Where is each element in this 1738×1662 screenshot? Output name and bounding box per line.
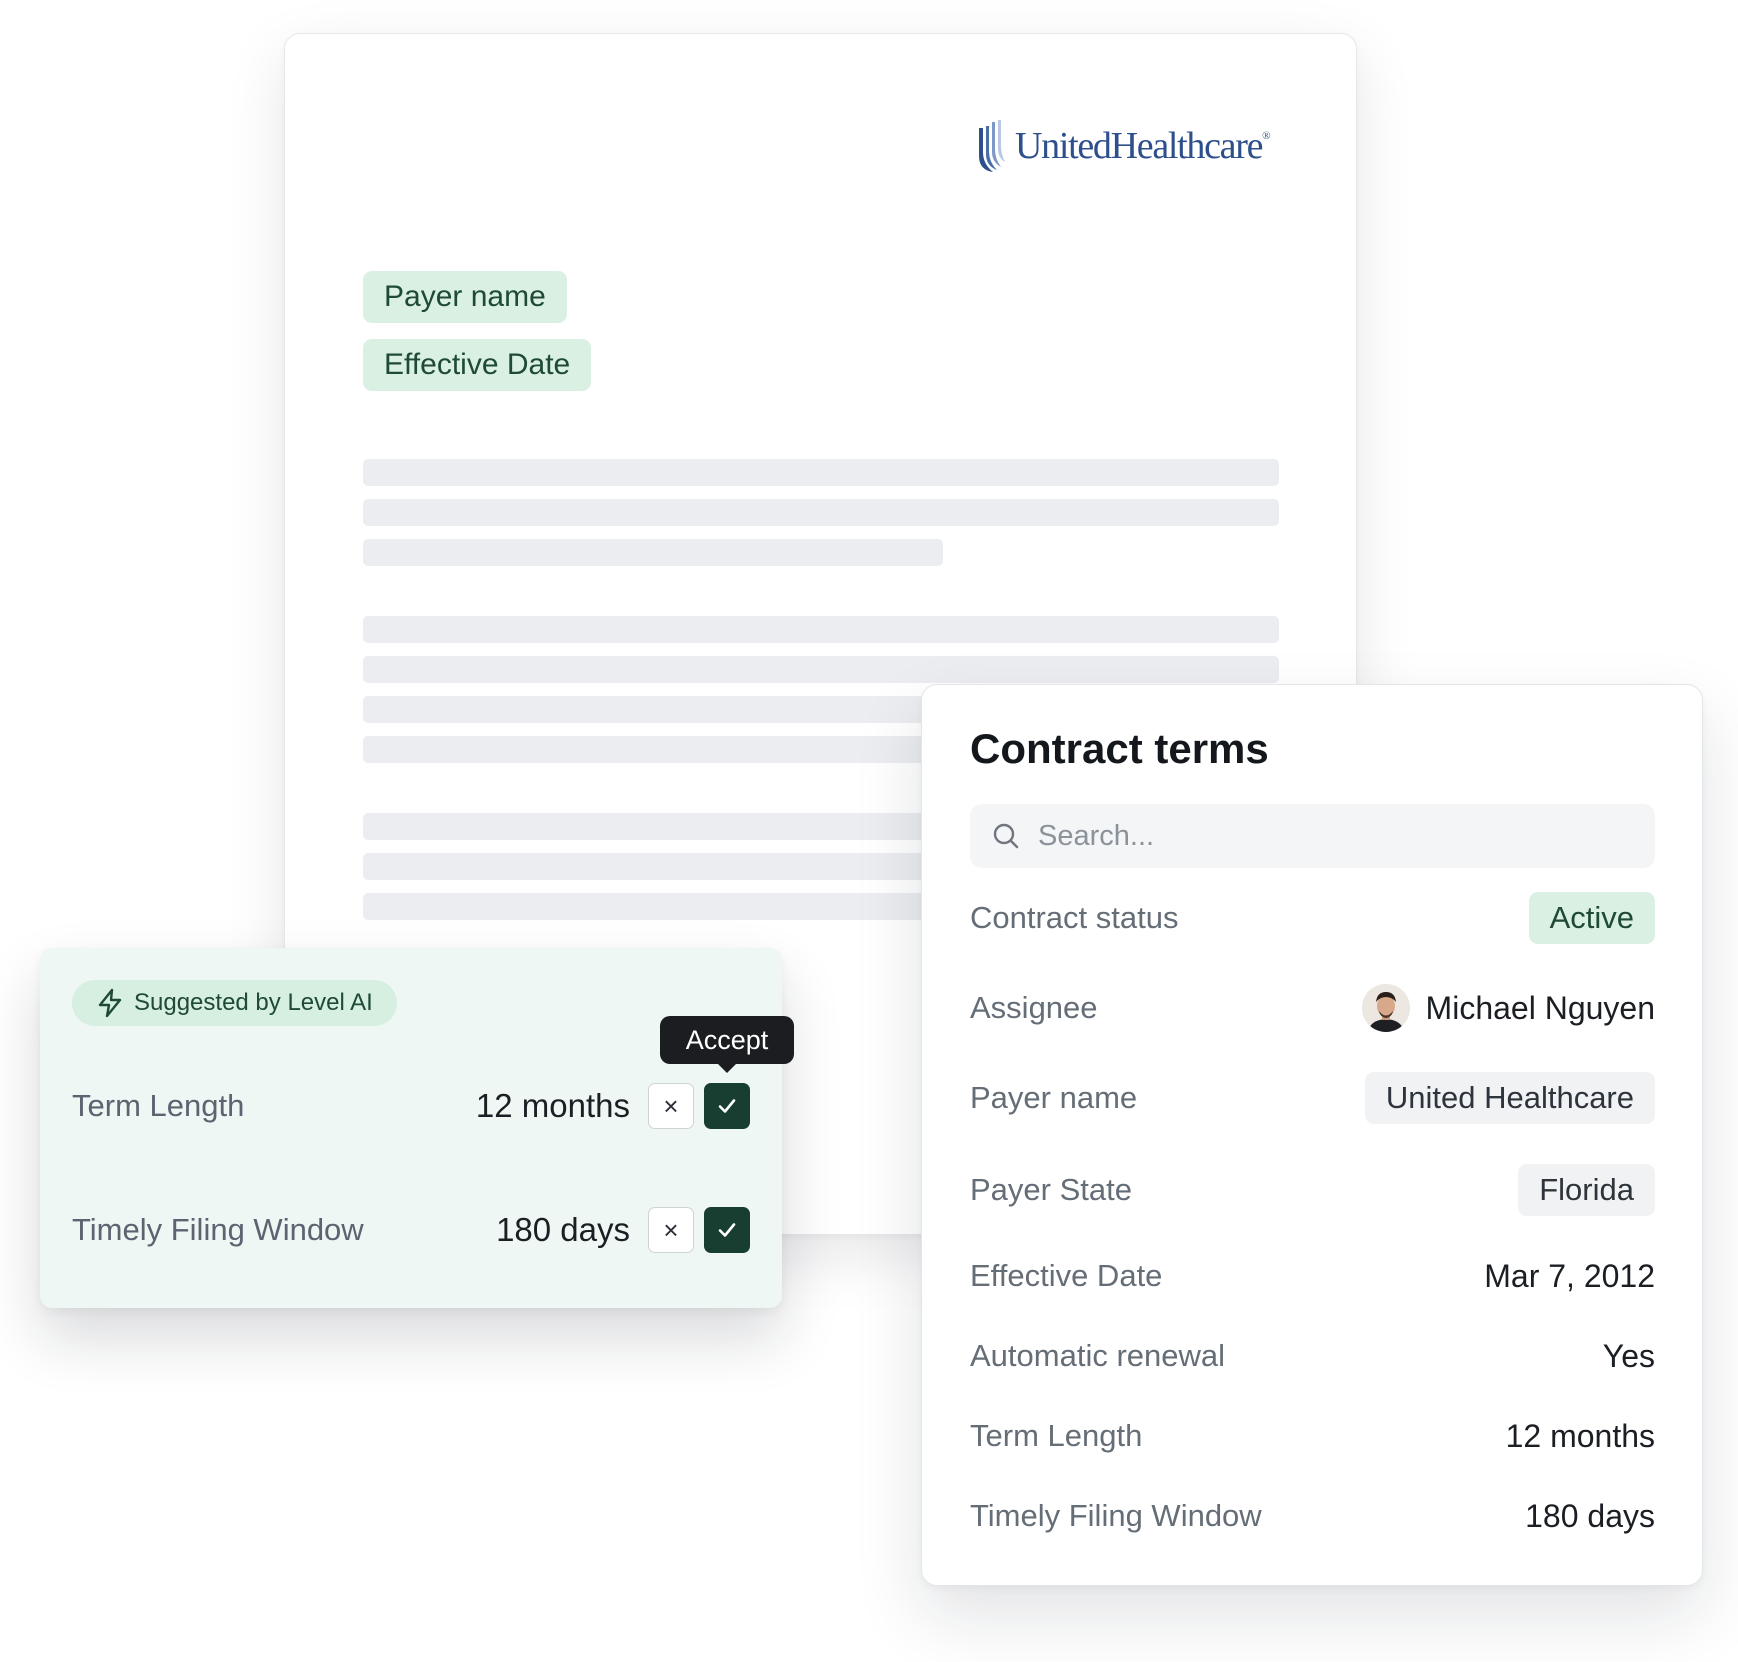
suggestion-row: Term Length 12 months × xyxy=(72,1082,750,1130)
term-label: Automatic renewal xyxy=(970,1338,1226,1373)
suggested-by-ai-badge: Suggested by Level AI xyxy=(72,980,397,1026)
term-row-term-length: Term Length 12 months xyxy=(970,1409,1655,1463)
term-row-payer-state: Payer State Florida xyxy=(970,1163,1655,1217)
ai-suggestion-card: Suggested by Level AI Accept Term Length… xyxy=(40,948,794,1308)
status-badge[interactable]: Active xyxy=(1528,892,1655,944)
term-row-payer-name: Payer name United Healthcare xyxy=(970,1071,1655,1125)
avatar xyxy=(1361,984,1410,1032)
term-label: Timely Filing Window xyxy=(970,1498,1262,1533)
term-row-timely-filing-window: Timely Filing Window 180 days xyxy=(970,1489,1655,1543)
unitedhealthcare-shield-icon xyxy=(979,120,1005,172)
term-label: Effective Date xyxy=(970,1258,1163,1293)
search-input[interactable] xyxy=(1036,818,1640,854)
term-label: Contract status xyxy=(970,900,1179,935)
term-label: Assignee xyxy=(970,990,1098,1025)
assignee-value[interactable]: Michael Nguyen xyxy=(1361,984,1655,1032)
text-placeholder-line xyxy=(363,616,1279,643)
lightning-icon xyxy=(98,988,122,1018)
term-row-assignee: Assignee Michael Nguyen xyxy=(970,981,1655,1035)
text-placeholder-line xyxy=(363,459,1279,486)
term-label: Payer name xyxy=(970,1080,1138,1115)
accept-tooltip: Accept xyxy=(660,1016,794,1073)
search-box[interactable] xyxy=(970,804,1655,868)
suggestion-row: Timely Filing Window 180 days × xyxy=(72,1206,750,1254)
term-label: Payer State xyxy=(970,1172,1132,1207)
suggestion-label: Term Length xyxy=(72,1088,245,1123)
term-value[interactable]: Yes xyxy=(1603,1338,1655,1375)
reject-button[interactable]: × xyxy=(648,1083,694,1129)
badge-label: Suggested by Level AI xyxy=(134,989,373,1016)
accept-button[interactable] xyxy=(704,1207,750,1253)
suggestion-value: 12 months xyxy=(475,1087,630,1124)
checkmark-icon xyxy=(718,1099,736,1113)
term-row-effective-date: Effective Date Mar 7, 2012 xyxy=(970,1249,1655,1303)
checkmark-icon xyxy=(718,1223,736,1237)
payer-name-chip[interactable]: United Healthcare xyxy=(1364,1072,1655,1124)
term-value[interactable]: 12 months xyxy=(1506,1418,1655,1455)
payer-state-chip[interactable]: Florida xyxy=(1518,1164,1655,1216)
term-row-automatic-renewal: Automatic renewal Yes xyxy=(970,1329,1655,1383)
logo-wordmark: UnitedHealthcare® xyxy=(1015,125,1271,167)
panel-title: Contract terms xyxy=(970,725,1269,772)
term-value[interactable]: Mar 7, 2012 xyxy=(1484,1258,1655,1295)
close-icon: × xyxy=(663,1214,679,1245)
contract-terms-panel: Contract terms Contract status Active As… xyxy=(921,684,1703,1586)
highlight-tag-effective-date[interactable]: Effective Date xyxy=(363,339,592,391)
payer-logo: UnitedHealthcare® xyxy=(977,118,1271,174)
text-placeholder-line xyxy=(363,499,1279,526)
search-icon xyxy=(993,823,1019,849)
highlight-tag-payer-name[interactable]: Payer name xyxy=(363,271,567,323)
suggestion-label: Timely Filing Window xyxy=(72,1212,364,1247)
close-icon: × xyxy=(663,1090,679,1121)
suggestion-value: 180 days xyxy=(496,1211,630,1248)
reject-button[interactable]: × xyxy=(648,1207,694,1253)
text-placeholder-line xyxy=(363,539,943,566)
term-label: Term Length xyxy=(970,1418,1143,1453)
assignee-name: Michael Nguyen xyxy=(1425,989,1655,1026)
term-row-contract-status: Contract status Active xyxy=(970,891,1655,945)
accept-button[interactable] xyxy=(704,1083,750,1129)
text-placeholder-line xyxy=(363,656,1279,683)
term-value[interactable]: 180 days xyxy=(1525,1498,1655,1535)
